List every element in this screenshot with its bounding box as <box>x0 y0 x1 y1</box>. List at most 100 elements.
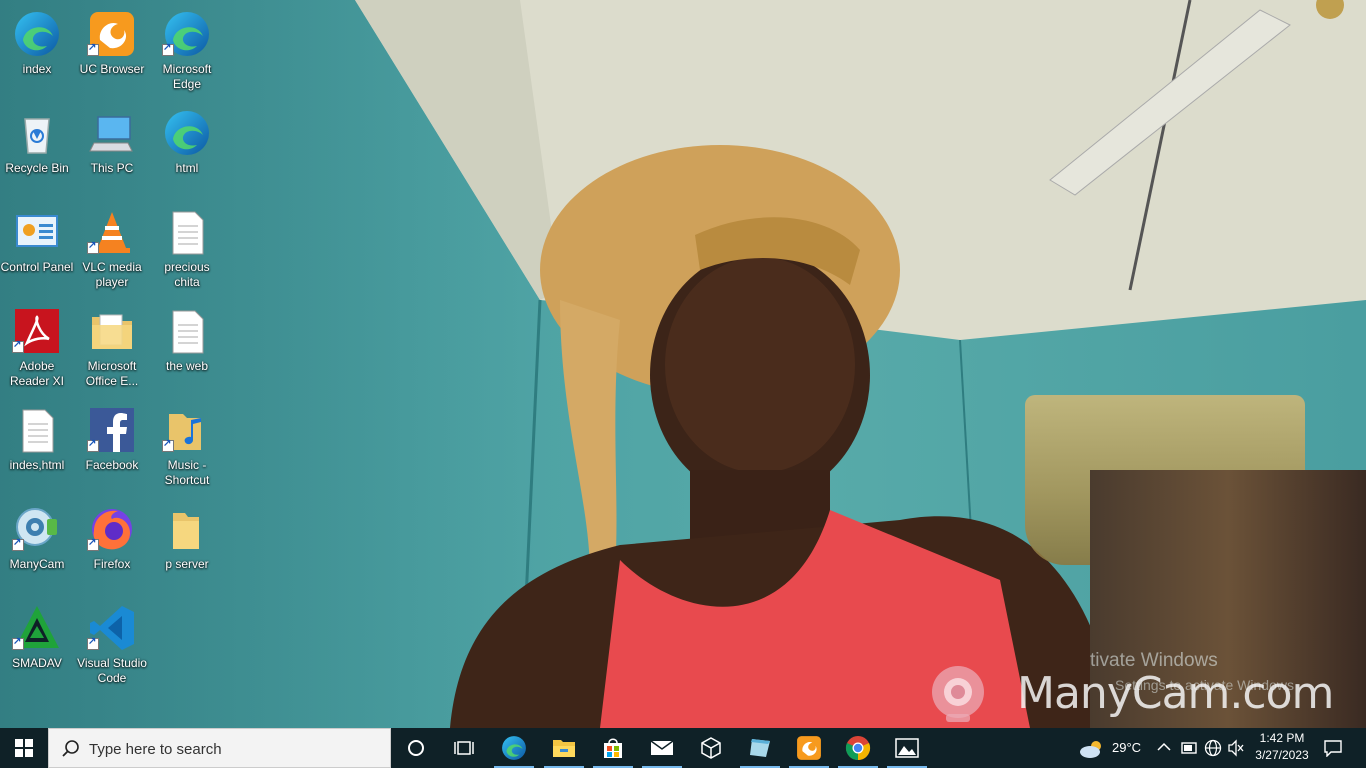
desktop-icons: index UC Browser Microsoft Edge Recycle … <box>0 0 230 728</box>
photos-icon <box>895 738 919 758</box>
document-icon <box>172 211 204 255</box>
shortcut-arrow-icon <box>12 537 24 551</box>
desktop-icon-label: Microsoft Office E... <box>85 359 139 388</box>
desktop-icon-microsoft-edge[interactable]: Microsoft Edge <box>150 4 224 98</box>
desktop-icon-vscode[interactable]: Visual Studio Code <box>75 598 149 692</box>
shortcut-arrow-icon <box>87 42 99 56</box>
clock-date: 3/27/2023 <box>1255 748 1309 762</box>
desktop-icon-music-shortcut[interactable]: Music - Shortcut <box>150 400 224 494</box>
clock-time: 1:42 PM <box>1259 731 1305 745</box>
desktop-icon-label: Firefox <box>93 557 131 571</box>
desktop-icon-html[interactable]: html <box>150 103 224 197</box>
shortcut-arrow-icon <box>162 42 174 56</box>
desktop-icon-indes-html[interactable]: indes,html <box>0 400 74 494</box>
taskbar-chrome[interactable] <box>834 728 882 768</box>
desktop-icon-label: VLC media player <box>82 260 142 289</box>
system-clock[interactable]: 1:42 PM 3/27/2023 <box>1244 730 1320 764</box>
action-center-notification-icon[interactable] <box>1323 739 1343 757</box>
shortcut-arrow-icon <box>162 438 174 452</box>
desktop-icon-label: index <box>22 62 52 76</box>
taskbar-uc-browser[interactable] <box>785 728 833 768</box>
desktop-icon-adobe-reader[interactable]: Adobe Reader XI <box>0 301 74 395</box>
mail-icon <box>650 740 674 755</box>
network-globe-icon[interactable] <box>1204 739 1222 757</box>
taskbar-3d-viewer[interactable] <box>687 728 735 768</box>
desktop-icon-label: p server <box>165 557 209 571</box>
shortcut-arrow-icon <box>12 636 24 650</box>
chrome-icon <box>845 736 871 761</box>
desktop-icon-label: precious chita <box>164 260 210 289</box>
taskbar-notepad[interactable] <box>736 728 784 768</box>
desktop-icon-label: Visual Studio Code <box>77 656 147 685</box>
volume-muted-icon[interactable] <box>1227 739 1245 757</box>
control-panel-icon <box>16 215 58 247</box>
desktop-icon-firefox[interactable]: Firefox <box>75 499 149 593</box>
desktop-icon-p-server[interactable]: p server <box>150 499 224 593</box>
shortcut-arrow-icon <box>87 240 99 254</box>
desktop-icon-label: ManyCam <box>9 557 65 571</box>
3d-viewer-icon <box>701 737 721 759</box>
cortana-icon <box>408 740 424 756</box>
this-pc-icon <box>89 116 133 152</box>
shortcut-arrow-icon <box>87 636 99 650</box>
manycam-watermark-icon <box>932 666 984 722</box>
document-icon <box>22 409 54 453</box>
desktop-icon-index[interactable]: index <box>0 4 74 98</box>
windows-logo-icon <box>15 739 33 757</box>
uc-browser-icon <box>797 736 821 760</box>
desktop-icon-facebook[interactable]: Facebook <box>75 400 149 494</box>
desktop-icon-label: UC Browser <box>79 62 145 76</box>
desktop-icon-label: Facebook <box>85 458 139 472</box>
shortcut-arrow-icon <box>87 438 99 452</box>
desktop-icon-label: SMADAV <box>12 656 62 670</box>
desktop-icon-label: Microsoft Edge <box>162 62 212 91</box>
desktop-icon-label: This PC <box>90 161 134 175</box>
desktop-icon-uc-browser[interactable]: UC Browser <box>75 4 149 98</box>
taskbar-file-explorer[interactable] <box>540 728 588 768</box>
edge-icon <box>502 736 526 760</box>
desktop-icon-control-panel[interactable]: Control Panel <box>0 202 74 296</box>
desktop-icon-precious-chita[interactable]: precious chita <box>150 202 224 296</box>
battery-icon[interactable] <box>1180 740 1198 756</box>
desktop-icon-manycam[interactable]: ManyCam <box>0 499 74 593</box>
notepad-icon <box>750 739 770 757</box>
edge-icon <box>15 12 59 56</box>
shortcut-arrow-icon <box>12 339 24 353</box>
task-view-button[interactable] <box>440 728 488 768</box>
desktop-icon-smadav[interactable]: SMADAV <box>0 598 74 692</box>
desktop-icon-microsoft-office[interactable]: Microsoft Office E... <box>75 301 149 395</box>
weather-cloud-icon[interactable] <box>1078 739 1106 759</box>
taskbar-store[interactable] <box>589 728 637 768</box>
desktop-icon-label: Control Panel <box>0 260 74 274</box>
show-hidden-icons-chevron-icon[interactable] <box>1157 742 1171 752</box>
task-view-icon <box>454 741 474 755</box>
file-explorer-icon <box>553 740 575 757</box>
desktop-icon-recycle-bin[interactable]: Recycle Bin <box>0 103 74 197</box>
taskbar-search-box[interactable]: Type here to search <box>48 728 391 768</box>
desktop-icon-label: indes,html <box>9 458 65 472</box>
recycle-bin-icon <box>24 118 50 154</box>
folder-icon <box>92 314 132 349</box>
desktop-icon-label: Recycle Bin <box>5 161 69 175</box>
taskbar-photos[interactable] <box>883 728 931 768</box>
search-placeholder: Type here to search <box>89 741 222 758</box>
folder-icon <box>173 513 199 549</box>
taskbar-edge[interactable] <box>490 728 538 768</box>
manycam-watermark-text: ManyCam.com <box>1017 668 1334 719</box>
desktop-icon-label: the web <box>165 359 209 373</box>
desktop-icon-this-pc[interactable]: This PC <box>75 103 149 197</box>
edge-icon <box>165 111 209 155</box>
weather-temperature[interactable]: 29°C <box>1112 740 1141 755</box>
desktop-icon-label: Music - Shortcut <box>164 458 210 487</box>
search-icon <box>62 740 79 757</box>
start-button[interactable] <box>0 728 48 768</box>
desktop-icon-the-web[interactable]: the web <box>150 301 224 395</box>
cortana-button[interactable] <box>392 728 440 768</box>
taskbar: Type here to search 29°C 1:42 PM 3/27/20… <box>0 728 1366 768</box>
shortcut-arrow-icon <box>87 537 99 551</box>
desktop-icon-vlc[interactable]: VLC media player <box>75 202 149 296</box>
taskbar-mail[interactable] <box>638 728 686 768</box>
document-icon <box>172 310 204 354</box>
desktop-icon-label: html <box>175 161 199 175</box>
desktop-icon-label: Adobe Reader XI <box>9 359 65 388</box>
